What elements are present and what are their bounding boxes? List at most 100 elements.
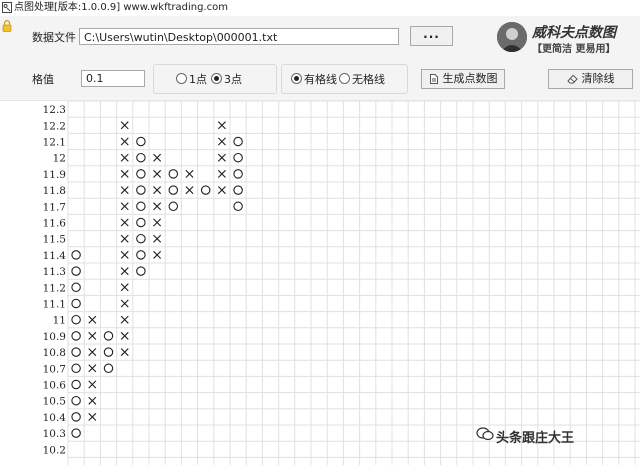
- o-mark: [71, 379, 81, 390]
- x-mark: [185, 169, 194, 178]
- o-mark: [168, 169, 179, 179]
- x-mark: [88, 364, 97, 373]
- o-mark: [136, 169, 146, 179]
- o-mark: [71, 331, 81, 341]
- grid-value-label: 格值: [32, 73, 54, 86]
- o-mark: [71, 282, 81, 293]
- o-mark: [233, 152, 243, 163]
- price-label: 11.2: [43, 282, 66, 294]
- x-mark: [120, 153, 129, 162]
- x-mark: [120, 348, 129, 357]
- x-mark: [120, 234, 129, 243]
- x-mark: [153, 218, 162, 227]
- radio-circle-checked: [291, 73, 302, 84]
- document-icon: [429, 74, 438, 84]
- radio-label: 3点: [224, 73, 242, 86]
- watermark-text: 头条跟庄大王: [496, 431, 575, 446]
- o-mark: [136, 201, 146, 212]
- x-mark: [88, 331, 97, 340]
- generate-chart-button[interactable]: 生成点数图: [421, 69, 505, 89]
- radio-circle: [176, 73, 187, 84]
- price-label: 12.3: [43, 104, 66, 116]
- x-mark: [88, 412, 97, 421]
- o-mark: [136, 217, 146, 228]
- o-mark: [136, 152, 146, 163]
- point-figure-grid: 12.3 12.2 12.1 12 11.9 11.8 11.7 11.6 11.5 11.4 11…: [43, 101, 640, 465]
- o-mark: [71, 298, 81, 309]
- x-mark: [217, 137, 226, 146]
- price-label: 11.9: [43, 169, 66, 181]
- x-mark: [153, 186, 162, 195]
- price-label: 11.7: [43, 201, 66, 213]
- file-label: 数据文件: [32, 31, 76, 44]
- x-mark: [217, 153, 226, 162]
- o-mark: [168, 201, 179, 212]
- radio-label: 无格线: [352, 73, 385, 86]
- x-mark: [120, 169, 129, 178]
- o-mark: [136, 233, 146, 244]
- o-mark: [71, 250, 81, 260]
- gridline-off-radio[interactable]: 无格线: [339, 73, 385, 86]
- grid-value-input[interactable]: 0.1: [81, 70, 145, 87]
- x-mark: [217, 186, 226, 195]
- x-mark: [88, 380, 97, 389]
- eraser-icon: [566, 74, 578, 84]
- x-mark: [153, 202, 162, 211]
- o-mark: [103, 363, 114, 374]
- reversal-3-radio[interactable]: 3点: [211, 73, 242, 86]
- o-mark: [136, 185, 146, 195]
- price-label: 11.6: [43, 218, 67, 230]
- x-mark: [120, 121, 129, 130]
- price-label: 11.4: [43, 250, 67, 262]
- o-mark: [103, 347, 114, 357]
- gridline-group: 有格线 无格线: [281, 64, 408, 94]
- price-label: 10.9: [43, 331, 66, 343]
- o-mark: [233, 201, 243, 212]
- price-label: 12: [53, 153, 66, 165]
- point-figure-chart: 12.3 12.2 12.1 12 11.9 11.8 11.7 11.6 11.5 11.4 11…: [0, 100, 640, 465]
- radio-circle: [339, 73, 350, 84]
- x-mark: [120, 299, 129, 308]
- o-mark: [71, 363, 81, 374]
- clear-lines-label: 清除线: [581, 72, 615, 85]
- file-path-input[interactable]: C:\Users\wutin\Desktop\000001.txt: [79, 28, 399, 45]
- price-label: 11: [53, 315, 66, 327]
- o-mark: [136, 136, 146, 147]
- radio-label: 有格线: [304, 73, 337, 86]
- x-mark: [120, 202, 129, 211]
- o-mark: [233, 185, 243, 195]
- x-mark: [120, 250, 129, 259]
- o-mark: [71, 428, 81, 438]
- price-label: 10.7: [43, 363, 66, 375]
- price-label: 11.3: [43, 266, 66, 278]
- price-label: 10.2: [43, 444, 66, 456]
- watermark-icon: [476, 427, 494, 441]
- x-mark: [120, 267, 129, 276]
- reversal-group: 1点 3点: [153, 64, 277, 94]
- brand-slogan: 【更简洁 更易用】: [532, 44, 616, 55]
- x-mark: [120, 186, 129, 195]
- reversal-1-radio[interactable]: 1点: [176, 73, 207, 86]
- x-mark: [88, 348, 97, 357]
- x-mark: [153, 234, 162, 243]
- price-label: 10.5: [43, 396, 66, 408]
- x-mark: [120, 283, 129, 292]
- o-mark: [103, 331, 114, 341]
- price-label: 12.2: [43, 120, 66, 132]
- lock-icon: [2, 20, 12, 32]
- o-mark: [233, 169, 243, 179]
- title-bar: 点图处理[版本:1.0.0.9] www.wkftrading.com: [0, 0, 640, 16]
- gridline-on-radio[interactable]: 有格线: [291, 73, 337, 86]
- o-mark: [71, 347, 81, 357]
- price-label: 11.8: [43, 185, 66, 197]
- o-mark: [136, 250, 146, 260]
- clear-lines-button[interactable]: 清除线: [548, 69, 633, 89]
- x-mark: [217, 169, 226, 178]
- x-mark: [153, 250, 162, 259]
- x-mark: [120, 315, 129, 324]
- o-mark: [136, 266, 146, 276]
- o-mark: [71, 266, 81, 276]
- browse-button[interactable]: ...: [410, 26, 453, 46]
- portrait-icon: [497, 22, 527, 52]
- price-label: 11.1: [43, 299, 66, 311]
